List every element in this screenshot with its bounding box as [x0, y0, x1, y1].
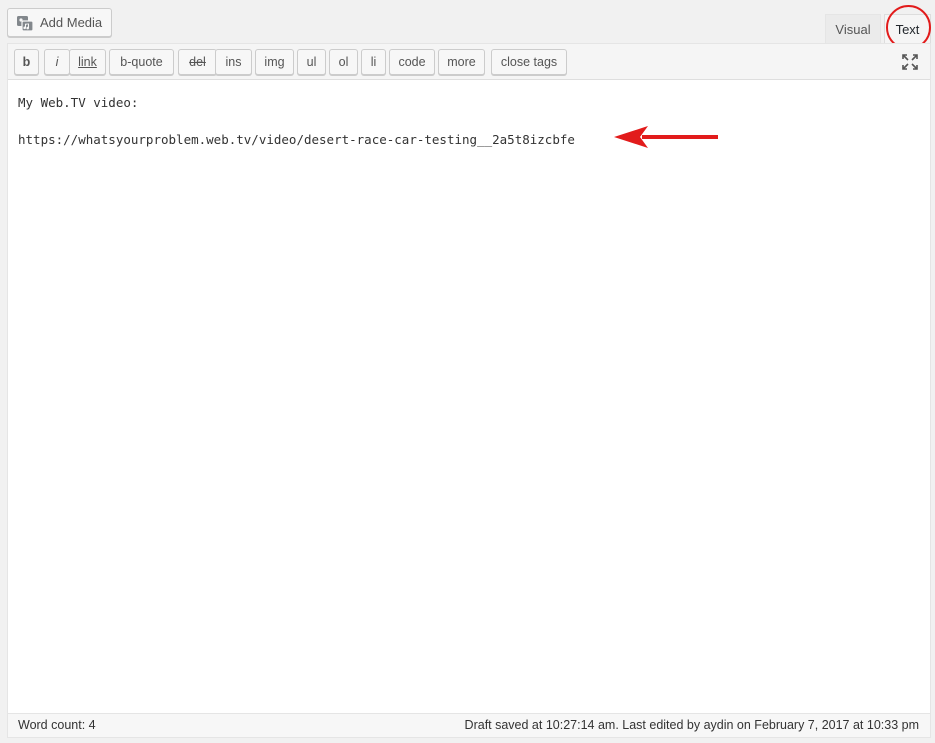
close-tags-button[interactable]: close tags [491, 49, 567, 75]
li-label: li [370, 55, 377, 69]
media-icon [16, 14, 34, 32]
tab-text-label: Text [895, 21, 920, 37]
text-editor: b i link b-quote del ins img ul ol li co… [7, 43, 931, 738]
ins-button[interactable]: ins [215, 49, 252, 75]
italic-button[interactable]: i [44, 49, 70, 75]
blockquote-button[interactable]: b-quote [109, 49, 174, 75]
content-line-1: My Web.TV video: [18, 95, 139, 110]
ul-label: ul [306, 55, 317, 69]
editor-textarea[interactable]: My Web.TV video: https://whatsyourproble… [8, 81, 930, 713]
bold-label: b [22, 55, 31, 69]
tab-visual[interactable]: Visual [825, 14, 881, 43]
add-media-button[interactable]: Add Media [7, 8, 112, 37]
content-line-2: https://whatsyourproblem.web.tv/video/de… [18, 132, 575, 147]
tab-text[interactable]: Text [884, 14, 931, 43]
code-label: code [398, 55, 426, 69]
blockquote-label: b-quote [120, 55, 163, 69]
close-tags-label: close tags [500, 55, 558, 69]
link-button[interactable]: link [69, 49, 106, 75]
quicktags-toolbar: b i link b-quote del ins img ul ol li co… [8, 44, 930, 80]
tab-visual-label: Visual [835, 21, 871, 37]
li-button[interactable]: li [361, 49, 386, 75]
fullscreen-icon[interactable] [901, 53, 919, 71]
del-label: del [189, 55, 206, 69]
ins-label: ins [225, 55, 242, 69]
word-count: Word count: 4 [18, 718, 96, 732]
ol-label: ol [338, 55, 349, 69]
more-label: more [447, 55, 476, 69]
ol-button[interactable]: ol [329, 49, 358, 75]
code-button[interactable]: code [389, 49, 435, 75]
img-label: img [264, 55, 285, 69]
link-label: link [78, 55, 97, 69]
autosave-notice: Draft saved at 10:27:14 am. Last edited … [464, 718, 919, 732]
img-button[interactable]: img [255, 49, 294, 75]
bold-button[interactable]: b [14, 49, 39, 75]
more-button[interactable]: more [438, 49, 485, 75]
add-media-label: Add Media [40, 15, 103, 30]
italic-label: i [55, 55, 59, 69]
status-bar: Word count: 4 Draft saved at 10:27:14 am… [8, 713, 930, 737]
ul-button[interactable]: ul [297, 49, 326, 75]
del-button[interactable]: del [178, 49, 217, 75]
